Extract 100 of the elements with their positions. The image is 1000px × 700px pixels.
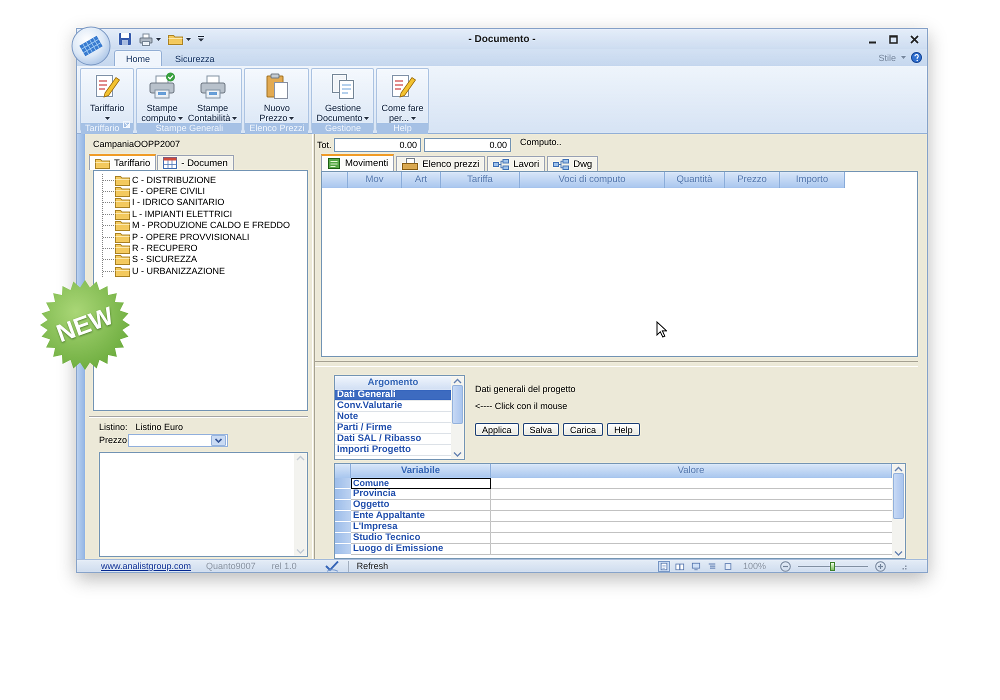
close-icon[interactable] (910, 34, 919, 44)
slider-thumb[interactable] (830, 562, 835, 570)
ribbon-tab[interactable]: Sicurezza (163, 50, 227, 66)
listino-label: Listino: (99, 422, 128, 432)
list-item[interactable]: Importi Progetto (335, 445, 451, 456)
variable-name[interactable]: Comune (351, 478, 491, 489)
row-selector[interactable] (335, 511, 351, 522)
action-button[interactable]: Applica (475, 423, 519, 436)
panel-tab[interactable]: Elenco prezzi (396, 156, 486, 171)
tree-item[interactable]: C - DISTRIBUZIONE (103, 174, 307, 186)
scrollbar-thumb[interactable] (893, 473, 904, 519)
tree-item[interactable]: L - IMPIANTI ELETTRICI (103, 208, 307, 220)
column-header: Art (402, 172, 441, 188)
page-icon[interactable] (658, 560, 670, 572)
group-label: Tariffario (81, 123, 134, 134)
status-text: Quanto9007 (206, 561, 256, 571)
action-button[interactable]: Help (607, 423, 640, 436)
folder-icon (115, 264, 130, 277)
zoom-out-icon[interactable] (780, 560, 791, 572)
check-icon[interactable] (324, 560, 339, 572)
variable-name[interactable]: Studio Tecnico (351, 533, 491, 544)
computo-label: Computo.. (520, 137, 562, 147)
panel-tab[interactable]: Tariffario (89, 154, 156, 170)
row-selector[interactable] (335, 500, 351, 511)
folder-icon (115, 196, 130, 208)
panel-tab[interactable]: - Documen (157, 155, 234, 170)
app-menu-icon[interactable] (71, 26, 111, 66)
help-icon[interactable] (911, 52, 922, 63)
square-icon[interactable] (722, 560, 734, 572)
list-item[interactable]: Note (335, 412, 451, 423)
caret-icon[interactable] (186, 38, 191, 40)
scroll-up-icon[interactable] (894, 466, 903, 472)
monitor-icon[interactable] (690, 560, 702, 572)
scroll-up-icon[interactable] (453, 378, 462, 384)
column-header: Variabile (351, 464, 491, 478)
dialog-launcher-icon[interactable] (123, 121, 130, 128)
panel-tab[interactable]: Lavori (487, 156, 546, 171)
tree-item[interactable]: S - SICUREZZA (103, 254, 307, 266)
list-item[interactable]: Parti / Firme (335, 423, 451, 434)
ribbon-button[interactable]: Nuovo Prezzo (257, 72, 296, 123)
variable-name[interactable]: Oggetto (351, 500, 491, 511)
scroll-up-icon[interactable] (296, 455, 305, 461)
variable-name[interactable]: Provincia (351, 489, 491, 500)
book-icon[interactable] (674, 560, 686, 572)
panel-tab[interactable]: Dwg (547, 156, 598, 171)
folder-icon (115, 174, 130, 186)
scrollbar-thumb[interactable] (452, 385, 463, 424)
action-button[interactable]: Salva (522, 423, 560, 436)
customize-icon[interactable] (198, 36, 204, 42)
row-selector[interactable] (335, 544, 351, 555)
caret-icon[interactable] (156, 38, 161, 40)
vertical-scrollbar[interactable] (892, 464, 905, 558)
hint-text: <---- Click con il mouse (475, 401, 568, 413)
tree-item[interactable]: P - OPERE PROVVISIONALI (103, 230, 307, 242)
tree-item[interactable]: R - RECUPERO (103, 242, 307, 254)
list-item[interactable]: Dati SAL / Ribasso (335, 434, 451, 445)
zoom-reading: 100% (742, 561, 766, 571)
website-link[interactable]: www.analistgroup.com (101, 561, 192, 571)
variable-name[interactable]: Ente Appaltante (351, 511, 491, 522)
action-button[interactable]: Carica (563, 423, 604, 436)
variable-name[interactable]: L'Impresa (351, 522, 491, 533)
list-item[interactable]: Conv.Valutarie (335, 401, 451, 412)
zoom-slider[interactable] (798, 562, 868, 570)
maximize-icon[interactable] (889, 34, 898, 44)
ribbon-button[interactable]: Come fare per... (379, 72, 426, 123)
zoom-in-icon[interactable] (875, 560, 886, 572)
list-item[interactable]: Dati Generali (335, 390, 451, 401)
ribbon-tab[interactable]: Home (114, 50, 162, 66)
text-area[interactable] (99, 452, 308, 557)
total-field[interactable]: 0.00 (424, 138, 511, 152)
mouse-pointer-icon (656, 321, 667, 338)
scroll-down-icon[interactable] (453, 451, 462, 457)
header-corner (335, 464, 351, 478)
vertical-scrollbar[interactable] (294, 453, 307, 556)
folder-icon (95, 157, 110, 169)
save-icon[interactable] (118, 32, 132, 46)
refresh-button[interactable]: Refresh (356, 561, 388, 571)
ribbon-button[interactable]: Stampe computo (139, 72, 185, 123)
row-selector[interactable] (335, 478, 351, 489)
vertical-scrollbar[interactable] (451, 376, 464, 459)
tree-item[interactable]: M - PRODUZIONE CALDO E FREDDO (103, 220, 307, 231)
column-header: Voci di computo (520, 172, 665, 188)
ribbon-button[interactable]: Gestione Documento (314, 72, 372, 123)
ribbon-button[interactable]: Tariffario (88, 72, 126, 123)
row-selector[interactable] (335, 522, 351, 533)
total-field[interactable]: 0.00 (334, 138, 421, 152)
scroll-down-icon[interactable] (894, 550, 903, 556)
panel-tab[interactable]: Movimenti (321, 154, 394, 171)
printer-icon[interactable] (139, 32, 153, 46)
scroll-down-icon[interactable] (296, 548, 305, 554)
column-header: Tariffa (441, 172, 520, 188)
variable-name[interactable]: Luogo di Emissione (351, 544, 491, 555)
row-selector[interactable] (335, 489, 351, 500)
ribbon-button[interactable]: Stampe Contabilità (186, 72, 240, 123)
tree-item[interactable]: I - IDRICO SANITARIO (103, 196, 307, 208)
tree-item[interactable]: E - OPERE CIVILI (103, 185, 307, 197)
list-icon[interactable] (706, 560, 718, 572)
resize-grip-icon[interactable] (900, 562, 907, 570)
row-selector[interactable] (335, 533, 351, 544)
tree-item[interactable]: U - URBANIZZAZIONE (103, 265, 307, 277)
